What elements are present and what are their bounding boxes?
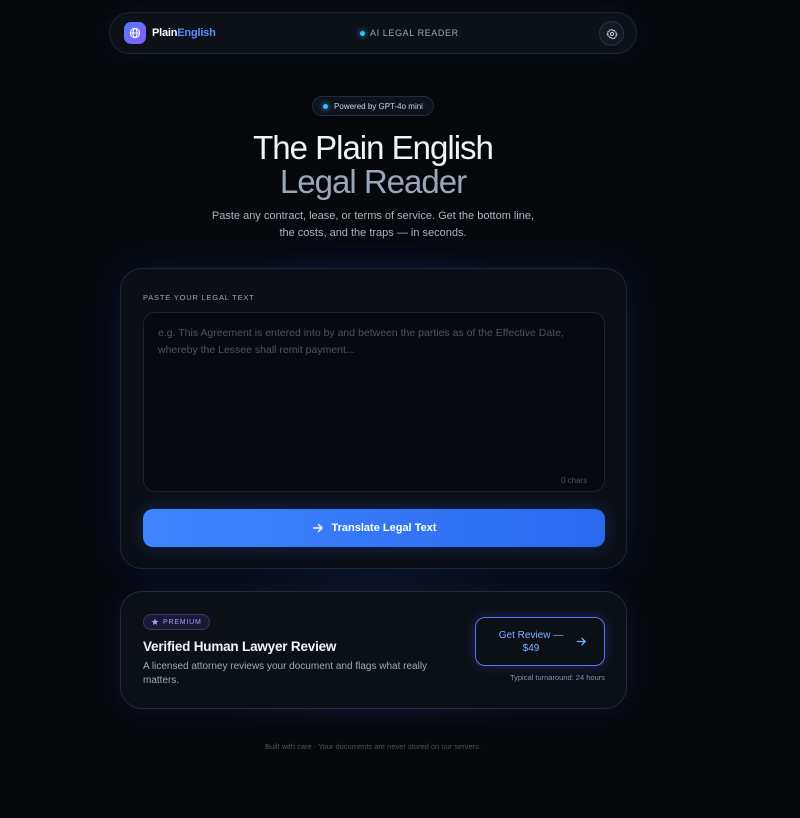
powered-by-text: Powered by GPT-4o mini <box>334 101 423 111</box>
status-dot-icon <box>360 30 365 36</box>
premium-title: Verified Human Lawyer Review <box>143 639 337 654</box>
top-nav: PlainEnglish AI LEGAL READER <box>109 12 637 54</box>
premium-description: A licensed attorney reviews your documen… <box>143 661 428 686</box>
brand-name-primary: Plain <box>152 27 178 39</box>
nav-center-label: AI LEGAL READER <box>360 28 459 38</box>
premium-card: PREMIUM Verified Human Lawyer Review A l… <box>120 591 627 709</box>
page-title-line2: Legal Reader <box>279 163 467 200</box>
page-title-line1: The Plain English <box>253 129 494 166</box>
arrow-right-icon <box>312 523 323 533</box>
powered-by-badge: Powered by GPT-4o mini <box>312 96 434 116</box>
turnaround-note: Typical turnaround: 24 hours <box>509 673 605 682</box>
brand-name-secondary: English <box>177 27 216 39</box>
brand-name[interactable]: PlainEnglish <box>152 27 216 39</box>
globe-icon[interactable] <box>124 22 146 44</box>
input-label: PASTE YOUR LEGAL TEXT <box>143 293 255 302</box>
status-dot-icon <box>323 103 329 109</box>
star-icon <box>151 618 159 625</box>
gear-icon <box>605 28 618 39</box>
premium-badge: PREMIUM <box>143 614 210 630</box>
get-review-label: Get Review — $49 <box>498 630 564 654</box>
get-review-button[interactable]: Get Review — $49 <box>475 617 605 666</box>
legal-text-input[interactable] <box>143 312 605 492</box>
arrow-right-icon <box>576 637 586 646</box>
translate-button-label: Translate Legal Text <box>331 522 437 534</box>
translate-button[interactable]: Translate Legal Text <box>143 509 605 547</box>
premium-badge-label: PREMIUM <box>163 618 202 626</box>
input-card: PASTE YOUR LEGAL TEXT 0 chars Translate … <box>120 268 627 569</box>
char-count: 0 chars <box>561 476 588 485</box>
footer-note: Built with care · Your documents are nev… <box>265 742 481 751</box>
settings-button[interactable] <box>599 21 624 46</box>
page-subtitle: Paste any contract, lease, or terms of s… <box>211 210 535 239</box>
nav-center-text: AI LEGAL READER <box>370 28 459 38</box>
